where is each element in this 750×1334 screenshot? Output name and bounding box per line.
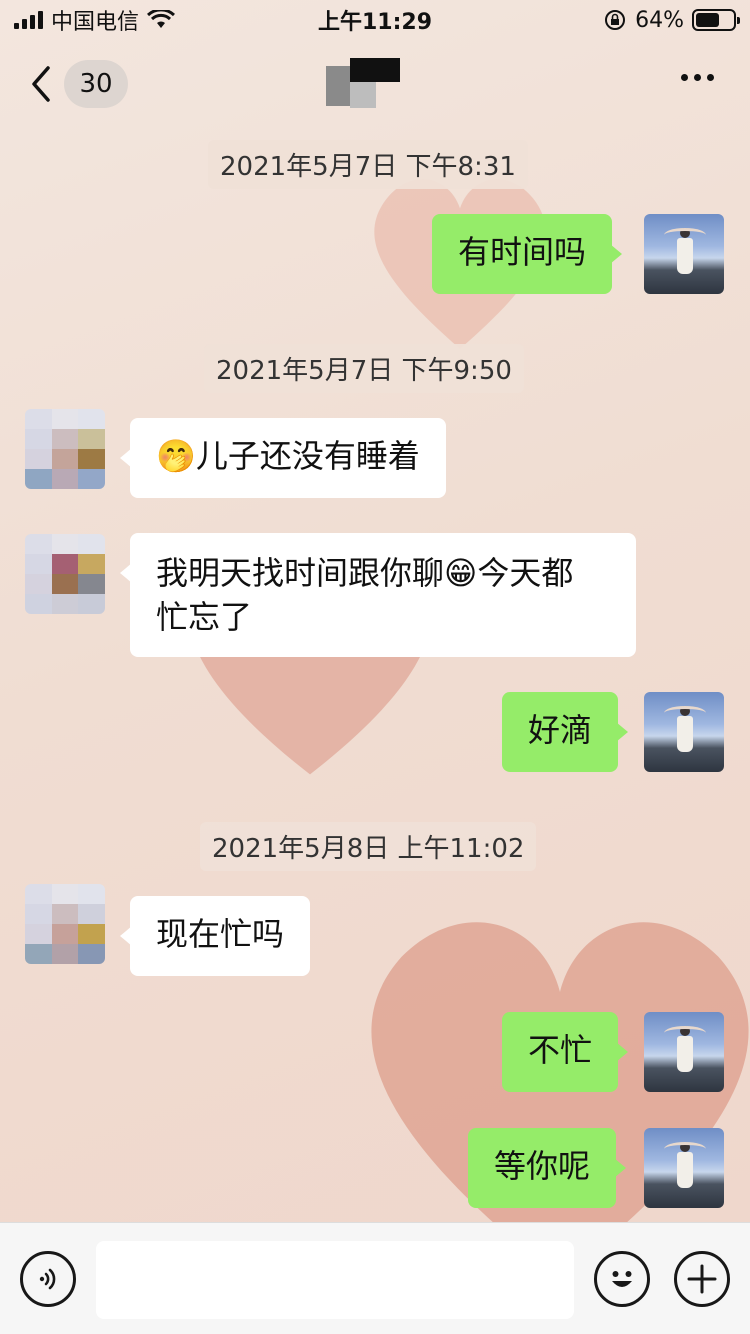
battery-level (696, 13, 720, 27)
message-text: 我明天找时间跟你聊 (156, 554, 445, 592)
message-text: 今天都 (477, 554, 574, 592)
wifi-icon (147, 10, 176, 28)
chat-screen: 中国电信 上午11:29 64% 30 2021年5月7日 下午8:31 有时间… (0, 0, 750, 1334)
plus-sign-icon (687, 1264, 717, 1294)
grinning-face-icon: 😁 (444, 554, 478, 592)
input-bar (0, 1222, 750, 1334)
message-bubble-sent[interactable]: 等你呢 (468, 1128, 627, 1208)
rotation-lock-icon (605, 10, 626, 30)
my-avatar[interactable] (644, 1012, 724, 1092)
contact-avatar[interactable] (25, 409, 105, 489)
contact-avatar[interactable] (25, 884, 105, 964)
timestamp: 2021年5月7日 下午9:50 (204, 344, 524, 393)
battery-percent: 64% (635, 7, 684, 33)
battery-icon (692, 9, 740, 31)
unread-count-badge[interactable]: 30 (64, 60, 128, 108)
smiley-icon[interactable] (594, 1251, 650, 1307)
my-avatar[interactable] (644, 692, 724, 772)
message-text: 忙忘了 (156, 598, 253, 636)
message-text: 儿子还没有睡着 (195, 437, 420, 475)
carrier-label: 中国电信 (51, 10, 140, 35)
voice-waves-icon (39, 1268, 56, 1290)
signal-icon (14, 11, 43, 29)
message-text: 现在忙吗 (156, 915, 285, 953)
status-bar: 中国电信 上午11:29 64% (0, 0, 750, 40)
my-avatar[interactable] (644, 214, 724, 294)
smiley-face-icon (612, 1271, 632, 1287)
message-input[interactable] (96, 1241, 574, 1319)
emoji-face-icon: 🤭 (156, 437, 196, 475)
message-bubble-sent[interactable]: 不忙 (502, 1012, 629, 1092)
message-text: 有时间吗 (458, 233, 587, 271)
ellipsis-icon[interactable] (681, 74, 714, 81)
message-bubble-sent[interactable]: 好滴 (502, 692, 629, 772)
message-bubble-received[interactable]: 现在忙吗 (119, 896, 311, 976)
message-bubble-sent[interactable]: 有时间吗 (432, 214, 623, 294)
my-avatar[interactable] (644, 1128, 724, 1208)
contact-name-pixelated (326, 58, 402, 110)
message-bubble-received[interactable]: 我明天找时间跟你聊😁今天都 忙忘了 (120, 533, 636, 657)
timestamp: 2021年5月7日 下午8:31 (208, 140, 528, 189)
message-bubble-received[interactable]: 🤭儿子还没有睡着 (120, 418, 446, 498)
nav-bar: 30 (0, 40, 750, 128)
chevron-left-icon[interactable] (26, 62, 56, 106)
timestamp: 2021年5月8日 上午11:02 (200, 822, 537, 871)
message-text: 好滴 (528, 711, 593, 749)
contact-avatar[interactable] (25, 534, 105, 614)
message-text: 不忙 (528, 1031, 593, 1069)
voice-icon[interactable] (20, 1251, 76, 1307)
plus-icon[interactable] (674, 1251, 730, 1307)
message-text: 等你呢 (494, 1147, 591, 1185)
